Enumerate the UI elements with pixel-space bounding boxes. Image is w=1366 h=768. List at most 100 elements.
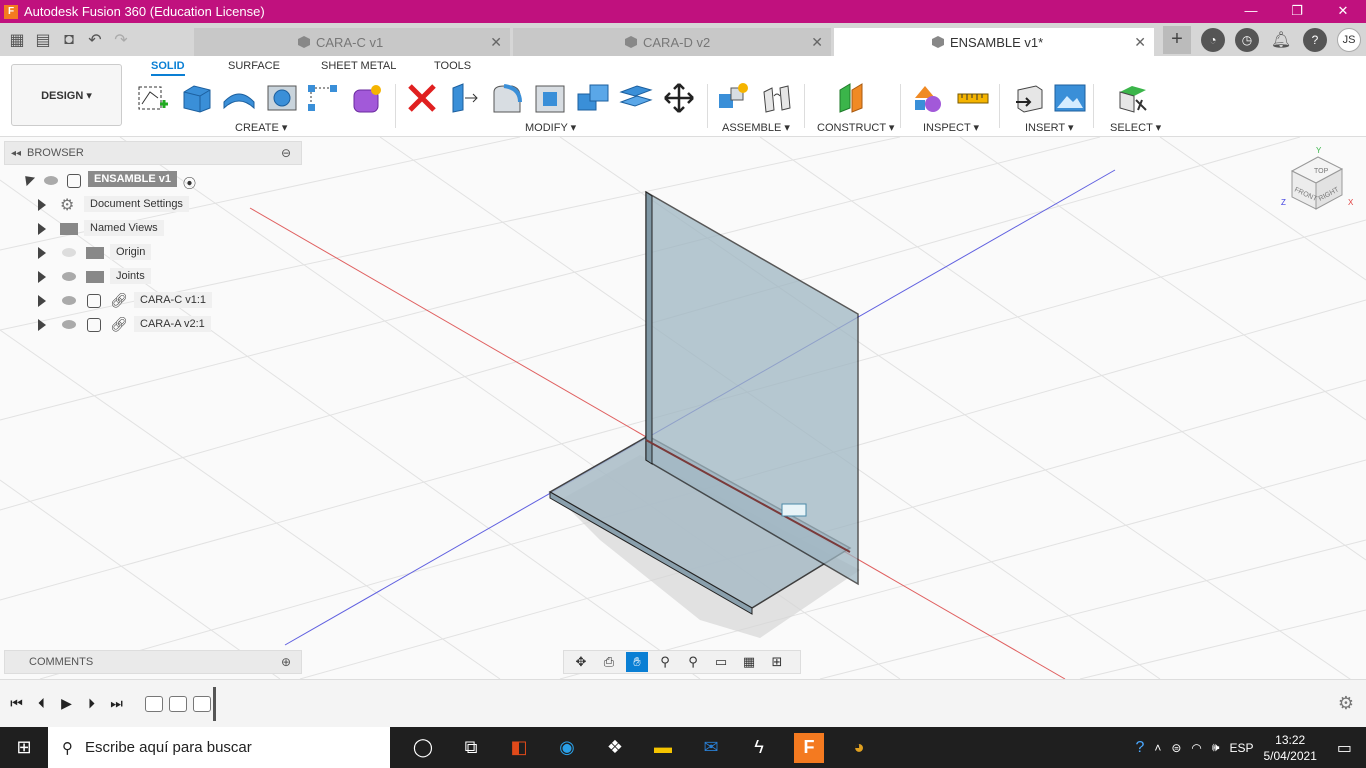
tree-item-document-settings[interactable]: ⚙ Document Settings bbox=[0, 195, 300, 215]
save-icon[interactable]: ◘ bbox=[58, 31, 80, 49]
timeline-feature-component-icon[interactable] bbox=[145, 695, 163, 712]
hidden-eye-icon[interactable] bbox=[62, 248, 76, 257]
tab-ensamble[interactable]: ENSAMBLE v1* ✕ bbox=[834, 28, 1154, 56]
select-icon[interactable] bbox=[1116, 82, 1150, 114]
tree-item-named-views[interactable]: Named Views bbox=[0, 219, 300, 239]
user-avatar[interactable]: JS bbox=[1337, 27, 1361, 52]
timeline-first-icon[interactable]: ⏮ bbox=[4, 695, 29, 712]
pan-hand-icon[interactable]: ✋︎ bbox=[626, 652, 648, 672]
tab-solid[interactable]: SOLID bbox=[151, 60, 185, 76]
expand-triangle-icon[interactable] bbox=[38, 271, 46, 283]
notifications-bell-icon[interactable]: 🔔︎ bbox=[1269, 28, 1293, 52]
fusion-taskbar-icon[interactable]: F bbox=[794, 732, 824, 763]
timeline-settings-gear-icon[interactable]: ⚙ bbox=[1338, 693, 1354, 714]
expand-triangle-icon[interactable] bbox=[38, 199, 46, 211]
file-explorer-icon[interactable]: ▬ bbox=[650, 735, 676, 761]
timeline-feature-joint-icon[interactable] bbox=[193, 695, 211, 712]
minimize-button[interactable]: — bbox=[1228, 0, 1274, 23]
assemble-menu[interactable]: ASSEMBLE ▾ bbox=[722, 121, 790, 134]
combine-icon[interactable] bbox=[576, 82, 610, 114]
data-panel-grid-icon[interactable]: ▦ bbox=[6, 30, 28, 50]
visibility-eye-icon[interactable] bbox=[44, 176, 58, 185]
new-tab-button[interactable]: + bbox=[1163, 25, 1191, 54]
activate-radio-icon[interactable]: ⦿ bbox=[183, 173, 196, 192]
task-view-icon[interactable]: ⧉ bbox=[458, 735, 484, 761]
network-icon[interactable]: ⊜ bbox=[1171, 741, 1181, 755]
tab-surface[interactable]: SURFACE bbox=[228, 60, 280, 72]
close-tab-icon[interactable]: ✕ bbox=[490, 34, 502, 51]
collapse-panel-icon[interactable]: ◂◂ bbox=[5, 148, 27, 159]
timeline-previous-icon[interactable]: ⏴ bbox=[29, 695, 54, 712]
timeline-next-icon[interactable]: ⏵ bbox=[79, 695, 104, 712]
create-form-icon[interactable] bbox=[350, 82, 384, 114]
look-at-icon[interactable]: ⎙ bbox=[598, 652, 620, 672]
inspect-menu[interactable]: INSPECT ▾ bbox=[923, 121, 979, 134]
grid-settings-icon[interactable]: ▦ bbox=[738, 652, 760, 672]
undo-icon[interactable]: ↶ bbox=[84, 30, 106, 50]
zoom-icon[interactable]: ⚲ bbox=[654, 652, 676, 672]
autodesk-app-icon[interactable]: ϟ bbox=[746, 735, 772, 761]
move-copy-icon[interactable] bbox=[662, 82, 696, 114]
offset-face-icon[interactable] bbox=[619, 82, 653, 114]
joint-icon[interactable] bbox=[760, 82, 794, 114]
tree-item-cara-c[interactable]: 🔗︎ CARA-C v1:1 bbox=[0, 291, 300, 311]
construct-menu[interactable]: CONSTRUCT ▾ bbox=[817, 121, 894, 134]
tree-item-cara-a[interactable]: 🔗︎ CARA-A v2:1 bbox=[0, 315, 300, 335]
workspace-switcher-button[interactable]: DESIGN ▾ bbox=[11, 64, 122, 126]
expand-triangle-icon[interactable] bbox=[38, 295, 46, 307]
dropbox-icon[interactable]: ❖ bbox=[602, 735, 628, 761]
visibility-eye-icon[interactable] bbox=[62, 272, 76, 281]
create-sketch-icon[interactable] bbox=[136, 82, 170, 114]
joint-glyph-icon[interactable] bbox=[781, 503, 807, 517]
section-analysis-icon[interactable] bbox=[913, 82, 947, 114]
tree-item-joints[interactable]: Joints bbox=[0, 267, 300, 287]
offset-plane-icon[interactable] bbox=[836, 82, 870, 114]
notifications-icon[interactable]: ▭ bbox=[1337, 738, 1352, 758]
measure-icon[interactable] bbox=[956, 82, 990, 114]
collapse-triangle-icon[interactable] bbox=[20, 171, 36, 187]
close-window-button[interactable]: ✕ bbox=[1320, 0, 1366, 23]
wifi-icon[interactable]: ◠ bbox=[1191, 741, 1201, 755]
orbit-icon[interactable]: ✥ bbox=[570, 652, 592, 672]
shell-icon[interactable] bbox=[533, 82, 567, 114]
windows-start-icon[interactable]: ⊞ bbox=[0, 727, 48, 768]
pattern-icon[interactable] bbox=[306, 82, 340, 114]
language-indicator[interactable]: ESP bbox=[1229, 741, 1253, 755]
create-menu[interactable]: CREATE ▾ bbox=[235, 121, 287, 134]
clock[interactable]: 13:22 5/04/2021 bbox=[1263, 732, 1316, 764]
press-pull-icon[interactable] bbox=[447, 82, 481, 114]
add-comment-icon[interactable]: ⊕ bbox=[281, 655, 291, 669]
help-tray-icon[interactable]: ? bbox=[1135, 739, 1144, 757]
maximize-button[interactable]: ❐ bbox=[1274, 0, 1320, 23]
delete-icon[interactable] bbox=[405, 82, 439, 114]
tab-cara-c[interactable]: CARA-C v1 ✕ bbox=[194, 28, 510, 56]
taskbar-search-box[interactable]: ⚲ Escribe aquí para buscar bbox=[48, 727, 390, 768]
file-menu-icon[interactable]: ▤ bbox=[32, 30, 54, 50]
new-component-icon[interactable] bbox=[717, 82, 751, 114]
comments-panel[interactable]: COMMENTS ⊕ bbox=[4, 650, 302, 674]
chrome-icon[interactable]: ◕ bbox=[846, 735, 872, 761]
timeline-play-icon[interactable]: ▶ bbox=[54, 695, 79, 712]
insert-derive-icon[interactable] bbox=[1012, 82, 1046, 114]
browser-minimize-icon[interactable]: ⊖ bbox=[281, 146, 291, 160]
viewports-icon[interactable]: ⊞ bbox=[766, 652, 788, 672]
close-tab-icon[interactable]: ✕ bbox=[1134, 34, 1146, 51]
fit-icon[interactable]: ⚲ bbox=[682, 652, 704, 672]
viewcube[interactable]: TOP FRONT RIGHT Y X Z bbox=[1278, 143, 1360, 223]
visibility-eye-icon[interactable] bbox=[62, 296, 76, 305]
fillet-icon[interactable] bbox=[490, 82, 524, 114]
tree-item-origin[interactable]: Origin bbox=[0, 243, 300, 263]
hole-icon[interactable] bbox=[265, 82, 299, 114]
expand-triangle-icon[interactable] bbox=[38, 247, 46, 259]
display-settings-icon[interactable]: ▭ bbox=[710, 652, 732, 672]
tab-cara-d[interactable]: CARA-D v2 ✕ bbox=[513, 28, 831, 56]
help-icon[interactable]: ? bbox=[1303, 27, 1327, 52]
tray-expand-icon[interactable]: ˄ bbox=[1154, 741, 1161, 755]
timeline-last-icon[interactable]: ⏭ bbox=[104, 695, 129, 712]
office-icon[interactable]: ◧ bbox=[506, 735, 532, 761]
mail-icon[interactable]: ✉ bbox=[698, 735, 724, 761]
tab-tools[interactable]: TOOLS bbox=[434, 60, 471, 72]
revolve-icon[interactable] bbox=[222, 82, 256, 114]
insert-menu[interactable]: INSERT ▾ bbox=[1025, 121, 1074, 134]
extensions-icon[interactable]: ◔ bbox=[1201, 27, 1225, 52]
